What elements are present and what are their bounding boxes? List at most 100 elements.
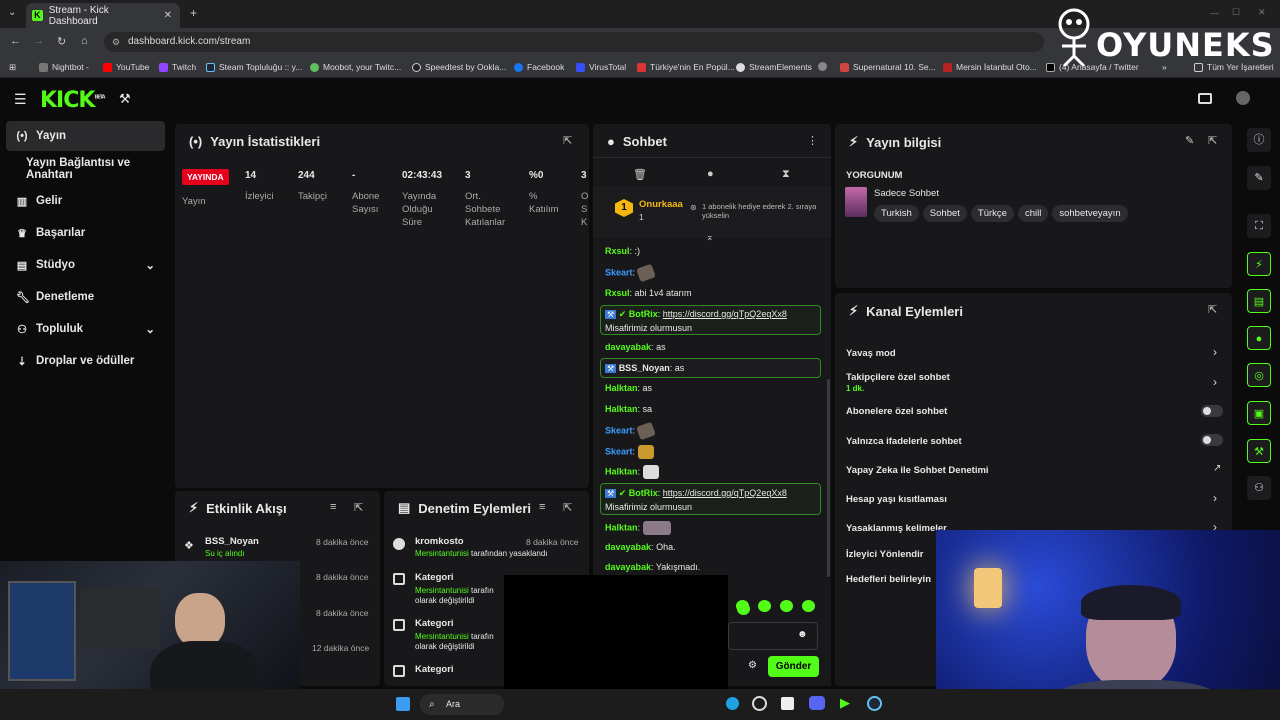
hammer-icon[interactable]: ⚒ <box>119 91 131 107</box>
emote-icon <box>642 521 671 535</box>
popout-icon[interactable]: ⇱ <box>1208 134 1217 147</box>
discord-icon[interactable] <box>809 696 825 710</box>
apps-icon[interactable]: ⊞ <box>9 62 16 73</box>
trash-icon[interactable]: 🗑︎ <box>633 168 647 181</box>
bookmark-streamelements[interactable]: StreamElements <box>736 62 812 72</box>
filter-icon[interactable]: ≡ <box>539 501 545 513</box>
emotes-only-toggle[interactable] <box>1201 434 1223 446</box>
sidebar-item-gelir[interactable]: ▥ Gelir <box>6 186 165 216</box>
menu-icon[interactable]: ☰ <box>14 91 27 108</box>
sidebar-item-studyo[interactable]: ▤ Stüdyo ⌄ <box>6 250 165 280</box>
bookmark-mersin[interactable]: Mersin İstanbul Oto... <box>943 62 1037 72</box>
slow-mode-label[interactable]: Yavaş mod <box>846 348 896 359</box>
bookmark-nightbot[interactable]: Nightbot - <box>39 62 89 72</box>
sidebar-item-droplar[interactable]: ⇣ Droplar ve ödüller <box>6 346 165 376</box>
edit-icon[interactable]: ✎ <box>1185 134 1194 147</box>
goals-label[interactable]: Hedefleri belirleyin <box>846 574 931 585</box>
close-tab-icon[interactable]: ✕ <box>164 10 172 21</box>
windows-start-icon[interactable] <box>396 697 410 711</box>
bookmark-twitch[interactable]: Twitch <box>159 62 196 72</box>
tag[interactable]: Turkish <box>874 205 919 222</box>
bookmark-youtube[interactable]: YouTube <box>103 62 149 72</box>
info-icon[interactable]: ⓘ <box>1247 128 1271 152</box>
taskbar-search[interactable]: ⌕ Ara <box>420 694 504 715</box>
layout-icon[interactable]: ▣ <box>1247 401 1271 425</box>
bookmark-facebook[interactable]: Facebook <box>514 62 564 72</box>
tag[interactable]: chill <box>1017 205 1049 222</box>
followers-only-label[interactable]: Takipçilere özel sohbet <box>846 372 950 383</box>
external-link-icon[interactable]: ↗ <box>1213 463 1221 474</box>
sidebar-item-denetleme[interactable]: 🔧︎ Denetleme <box>6 282 165 312</box>
filter-icon[interactable]: ≡ <box>330 501 336 513</box>
community-icon[interactable]: ⚇ <box>1247 476 1271 500</box>
tag[interactable]: Türkçe <box>970 205 1014 222</box>
wrench-icon[interactable]: ⚒ <box>1247 439 1271 463</box>
category-name[interactable]: Sadece Sohbet <box>874 188 939 199</box>
subs-only-toggle[interactable] <box>1201 405 1223 417</box>
store-icon[interactable] <box>781 697 794 710</box>
popout-icon[interactable]: ⇱ <box>354 501 363 514</box>
bookmark-speedtest[interactable]: Speedtest by Ookla... <box>412 62 506 72</box>
bookmark-supernatural[interactable]: Supernatural 10. Se... <box>840 62 936 72</box>
chevron-right-icon[interactable]: › <box>1213 345 1217 359</box>
category-thumbnail[interactable] <box>845 187 867 217</box>
emote-icon[interactable] <box>802 600 815 612</box>
steam-icon[interactable] <box>867 696 882 711</box>
emote-icon[interactable] <box>780 600 793 612</box>
tag[interactable]: Sohbet <box>922 205 967 222</box>
send-button[interactable]: Gönder <box>768 656 819 677</box>
new-tab-icon[interactable]: + <box>190 6 197 20</box>
bookmark-virustotal[interactable]: VirusTotal <box>576 62 626 72</box>
chat-input[interactable]: ☻ <box>728 622 818 650</box>
popout-icon[interactable]: ⇱ <box>1208 303 1217 316</box>
reload-icon[interactable]: ↻ <box>57 35 66 48</box>
settings-icon[interactable]: ⚙ <box>748 660 757 671</box>
tag[interactable]: sohbetveyayın <box>1052 205 1128 222</box>
pencil-icon[interactable]: ✎ <box>1247 166 1271 190</box>
broadcast-icon[interactable]: ◎ <box>1247 363 1271 387</box>
popout-icon[interactable]: ⇱ <box>563 134 572 147</box>
back-icon[interactable]: ← <box>10 35 21 47</box>
bookmark-globe[interactable] <box>818 62 827 71</box>
more-icon[interactable]: ⋮ <box>807 134 818 147</box>
camera-icon[interactable] <box>1198 93 1212 104</box>
account-age-label[interactable]: Hesap yaşı kısıtlaması <box>846 494 947 505</box>
raid-label[interactable]: İzleyici Yönlendir <box>846 549 923 560</box>
home-icon[interactable]: ⌂ <box>81 35 88 47</box>
kick-app-icon[interactable]: ▶ <box>840 695 850 711</box>
bookmark-steam[interactable]: Steam Topluluğu :: y... <box>206 62 302 72</box>
fullscreen-icon[interactable]: ⛶ <box>1247 214 1271 238</box>
chevron-right-icon[interactable]: › <box>1213 375 1217 389</box>
tab-list-icon[interactable]: ⌄ <box>8 7 16 18</box>
banned-words-label[interactable]: Yasaklanmış kelimeler <box>846 523 947 534</box>
chat-bubble-icon[interactable]: ● <box>707 168 714 180</box>
sidebar-item-yayin[interactable]: (•) Yayın <box>6 121 165 151</box>
sidebar-item-stream-key[interactable]: Yayın Bağlantısı ve Anahtarı <box>16 154 175 184</box>
chevron-right-icon[interactable]: › <box>1213 491 1217 505</box>
browser-tab[interactable]: K Stream - Kick Dashboard ✕ <box>26 3 180 28</box>
kick-logo[interactable]: KICKBETA <box>40 88 106 113</box>
collapse-icon[interactable]: ⌅ <box>706 232 714 243</box>
site-info-icon[interactable]: ⚙ <box>112 32 120 52</box>
bookmark-turkiye[interactable]: Türkiye'nin En Popül... <box>637 62 735 72</box>
popout-icon[interactable]: ⇱ <box>563 501 572 514</box>
hourglass-icon[interactable]: ⧗ <box>782 168 790 181</box>
document-icon[interactable]: ▤ <box>1247 289 1271 313</box>
chat-icon[interactable]: ● <box>1247 326 1271 350</box>
emoji-picker-icon[interactable]: ☻ <box>797 629 808 640</box>
emote-icon[interactable] <box>758 600 771 612</box>
sidebar-item-basarilar[interactable]: ♛ Başarılar <box>6 218 165 248</box>
lightning-icon[interactable]: ⚡︎ <box>1247 252 1271 276</box>
url-field[interactable]: ⚙ dashboard.kick.com/stream <box>104 32 1044 52</box>
chatgpt-icon[interactable] <box>752 696 767 711</box>
sidebar-item-topluluk[interactable]: ⚇ Topluluk ⌄ <box>6 314 165 344</box>
discord-link[interactable]: https://discord.gg/qTpQ2eqXx8 <box>663 309 787 319</box>
forward-icon[interactable]: → <box>33 35 44 47</box>
discord-link[interactable]: https://discord.gg/qTpQ2eqXx8 <box>663 488 787 498</box>
chat-scrollbar[interactable] <box>827 379 830 577</box>
ai-moderation-label[interactable]: Yapay Zeka ile Sohbet Denetimi <box>846 465 989 476</box>
bookmark-moobot[interactable]: Moobot, your Twitc... <box>310 62 401 72</box>
avatar[interactable] <box>1236 91 1250 105</box>
edge-icon[interactable] <box>726 697 739 710</box>
emote-icon[interactable] <box>737 603 750 615</box>
